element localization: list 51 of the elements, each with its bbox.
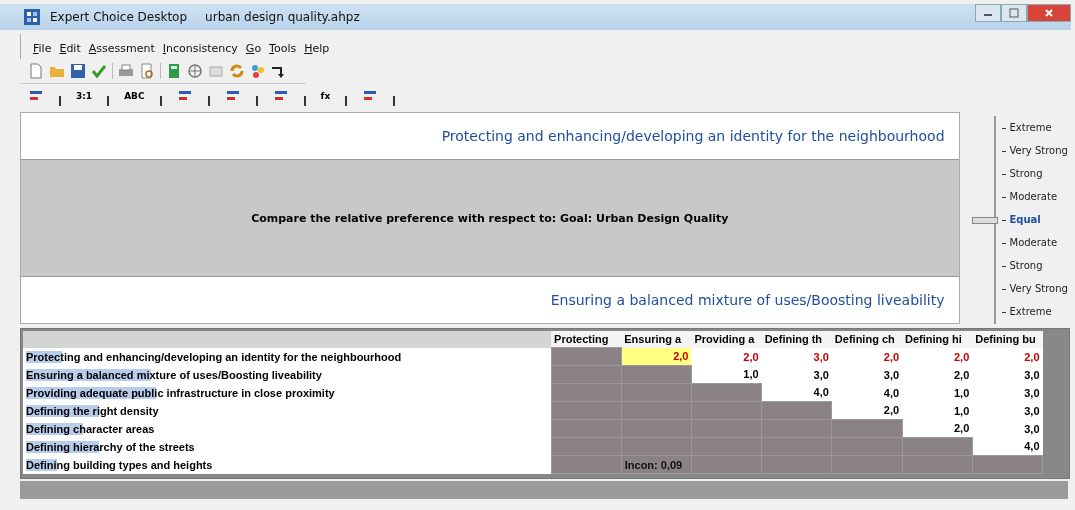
scale-label[interactable]: Moderate	[1001, 231, 1068, 254]
column-header: Providing a	[691, 331, 762, 348]
close-button[interactable]	[1027, 4, 1071, 22]
print-icon[interactable]	[118, 63, 134, 79]
scale-label[interactable]: Very Strong	[1001, 139, 1068, 162]
scale-label[interactable]: Extreme	[1001, 116, 1068, 139]
menu-item[interactable]: Assessment	[88, 42, 155, 55]
maximize-icon	[1009, 8, 1019, 18]
row-label: Providing adequate public infrastructure in close proximity	[26, 386, 336, 399]
globe-icon[interactable]	[187, 63, 203, 79]
scale-label[interactable]: Equal	[1001, 208, 1068, 231]
scale-label[interactable]: Strong	[1001, 254, 1068, 277]
column-header: Defining hi	[902, 331, 973, 348]
bottom-element-panel: Ensuring a balanced mixture of uses/Boosting liveability	[21, 277, 959, 323]
new-file-icon[interactable]	[28, 63, 44, 79]
scale-label[interactable]: Strong	[1001, 162, 1068, 185]
check-icon[interactable]	[91, 63, 107, 79]
toolbar-button[interactable]: 3:1	[76, 91, 93, 101]
print-preview-icon[interactable]	[139, 63, 155, 79]
save-icon[interactable]	[70, 63, 86, 79]
column-header: Defining bu	[972, 331, 1043, 348]
close-icon	[1044, 8, 1054, 18]
row-label: Protecting and enhancing/developing an identity for the neighbourhood	[26, 350, 403, 363]
column-header: Ensuring a	[621, 331, 692, 348]
row-label: Defining character areas	[26, 422, 156, 435]
app-icon	[24, 9, 40, 25]
minimize-button[interactable]	[975, 4, 1001, 22]
row-label: Defining hierarchy of the streets	[26, 440, 196, 453]
toolbar-button[interactable]: ABC	[124, 91, 145, 101]
prompt-panel: Compare the relative preference with respect to: Goal: Urban Design Quality	[21, 159, 959, 277]
scale-label[interactable]: Extreme	[1001, 300, 1068, 323]
menu-item[interactable]: Inconsistency	[162, 42, 238, 55]
menu-item[interactable]: File	[33, 42, 52, 55]
menu-item[interactable]: Help	[304, 42, 330, 55]
menu-item[interactable]: Tools	[269, 42, 297, 55]
column-header: Protecting	[551, 331, 622, 348]
calculator-icon[interactable]	[166, 63, 182, 79]
scale-label[interactable]: Moderate	[1001, 185, 1068, 208]
menu-item[interactable]: Go	[245, 42, 262, 55]
toolbar-button[interactable]: fx	[320, 91, 331, 101]
menu-item[interactable]: Edit	[59, 42, 81, 55]
top-element-panel: Protecting and enhancing/developing an identity for the neighbourhood	[21, 113, 959, 159]
file-name: urban design quality.ahpz	[205, 10, 360, 24]
row-label: Defining the right density	[26, 404, 160, 417]
scale-label[interactable]: Very Strong	[1001, 277, 1068, 300]
slider-thumb[interactable]	[971, 217, 998, 224]
column-header: Defining th	[761, 331, 832, 348]
refresh-icon[interactable]	[229, 63, 245, 79]
column-header: Defining ch	[831, 331, 903, 348]
window-title: Expert Choice Desktop	[50, 10, 188, 24]
row-label: Defining building types and heights	[26, 458, 214, 471]
